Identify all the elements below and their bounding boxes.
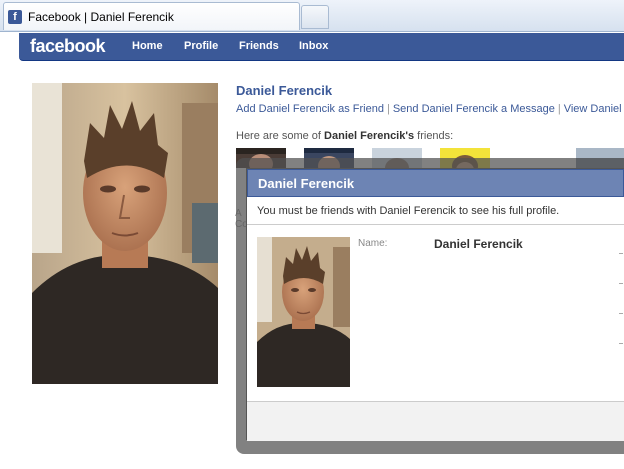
new-tab-button[interactable] <box>301 5 329 29</box>
profile-photo[interactable] <box>32 83 218 384</box>
divider-mark <box>619 313 623 314</box>
profile-name-heading[interactable]: Daniel Ferencik <box>236 83 332 98</box>
nav-home[interactable]: Home <box>132 40 163 52</box>
action-separator: | <box>386 103 390 115</box>
facebook-favicon-icon: f <box>8 9 22 24</box>
dialog-profile-photo <box>257 237 350 387</box>
add-friend-link[interactable]: Add Daniel Ferencik as Friend <box>236 103 384 115</box>
nav-inbox[interactable]: Inbox <box>299 40 328 52</box>
dialog-title: Daniel Ferencik <box>247 169 624 197</box>
friends-caption: Here are some of Daniel Ferencik's frien… <box>236 130 453 142</box>
tab-title: Facebook | Daniel Ferencik <box>28 9 174 24</box>
send-message-link[interactable]: Send Daniel Ferencik a Message <box>393 103 555 115</box>
nav-profile[interactable]: Profile <box>184 40 218 52</box>
divider-mark <box>619 343 623 344</box>
dialog-message: You must be friends with Daniel Ferencik… <box>247 197 624 225</box>
browser-tab[interactable]: f Facebook | Daniel Ferencik <box>3 2 300 30</box>
friends-caption-name: Daniel Ferencik's <box>324 130 415 142</box>
profile-actions: Add Daniel Ferencik as Friend | Send Danie… <box>236 103 624 115</box>
dialog-body: Name: Daniel Ferencik <box>247 225 624 397</box>
friends-caption-suffix: friends: <box>414 130 454 142</box>
view-friends-link[interactable]: View Daniel Fere <box>564 103 624 115</box>
name-field-value: Daniel Ferencik <box>434 237 523 251</box>
name-field-label: Name: <box>358 238 388 249</box>
profile-access-dialog: Daniel Ferencik You must be friends with… <box>246 168 624 441</box>
divider-mark <box>619 253 623 254</box>
nav-friends[interactable]: Friends <box>239 40 279 52</box>
divider-mark <box>619 283 623 284</box>
friends-caption-prefix: Here are some of <box>236 130 325 142</box>
action-separator: | <box>557 103 561 115</box>
dialog-footer <box>247 401 624 441</box>
facebook-header-bar: facebook Home Profile Friends Inbox <box>19 33 624 61</box>
facebook-logo[interactable]: facebook <box>30 36 106 57</box>
browser-tab-strip: f Facebook | Daniel Ferencik <box>0 0 624 32</box>
